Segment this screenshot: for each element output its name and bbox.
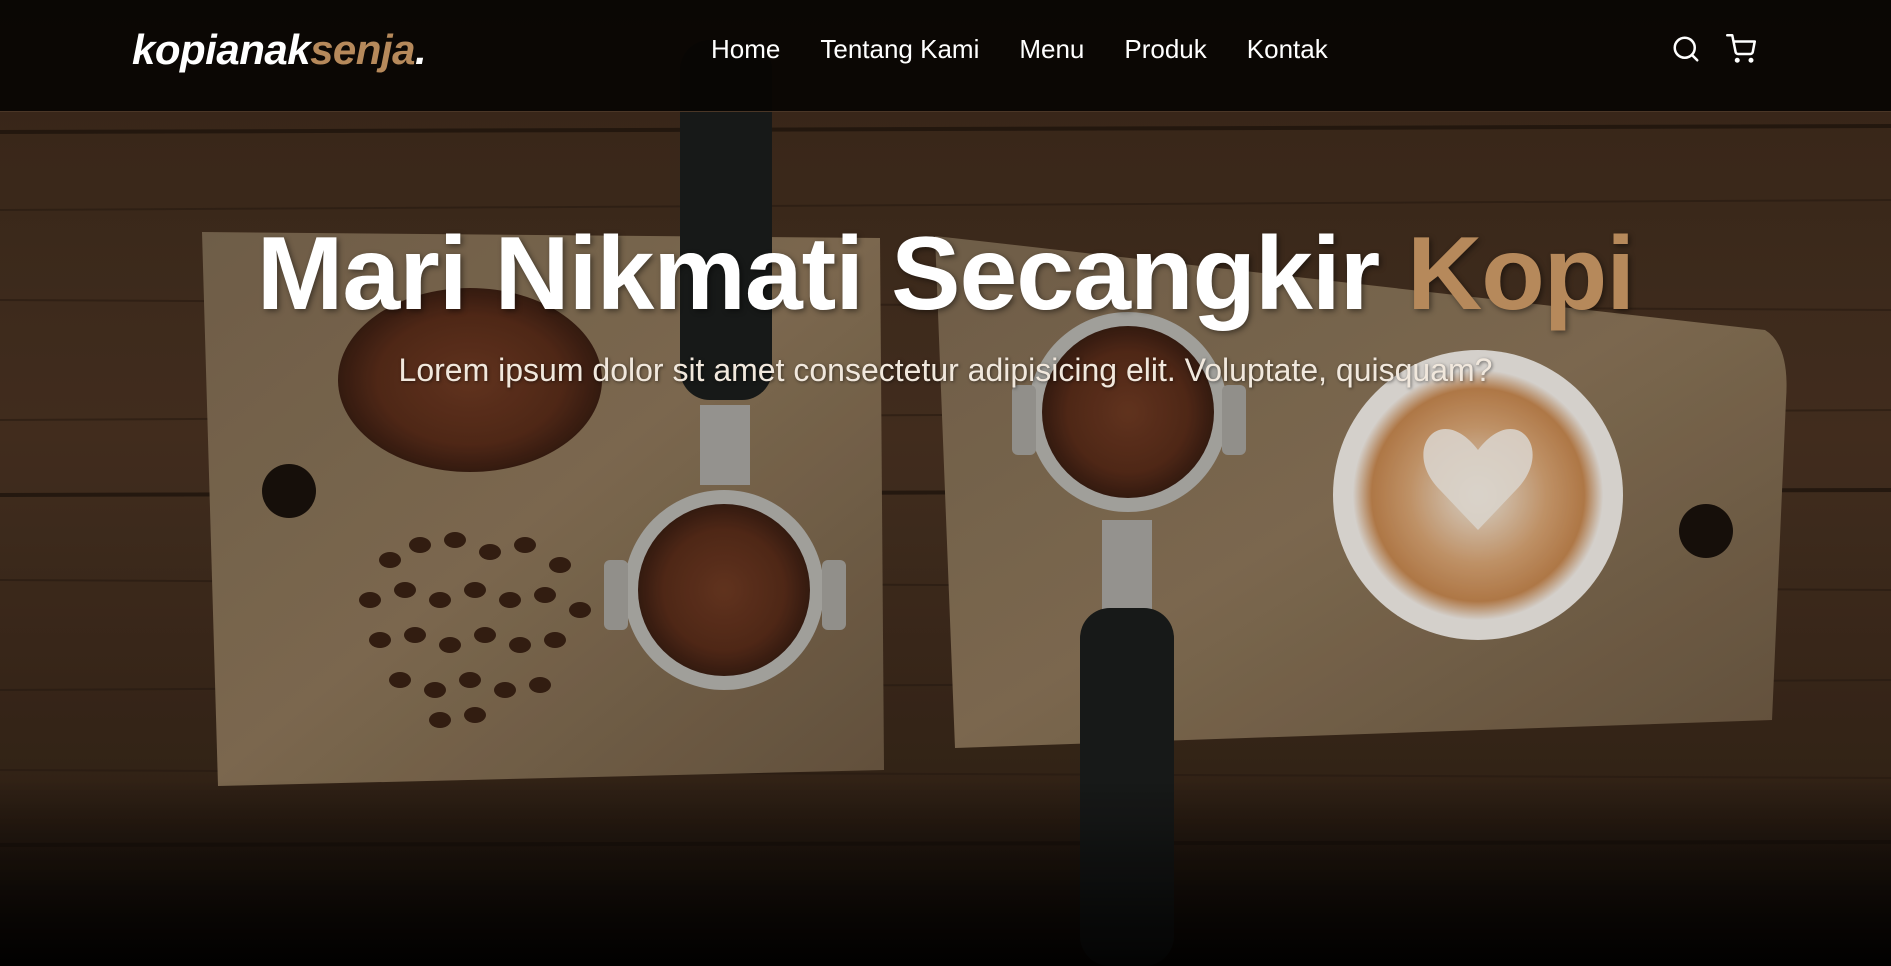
- hero-title-main: Mari Nikmati Secangkir: [256, 216, 1408, 332]
- brand-name-main: kopianak: [132, 26, 311, 73]
- hero-subtitle: Lorem ipsum dolor sit amet consectetur a…: [398, 352, 1493, 388]
- brand-logo[interactable]: kopianaksenja.: [132, 26, 427, 74]
- search-icon[interactable]: [1671, 34, 1701, 64]
- nav-links: Home Tentang Kami Menu Produk Kontak: [711, 32, 1328, 66]
- brand-name-suffix: .: [414, 26, 427, 73]
- nav-link-tentang-kami[interactable]: Tentang Kami: [820, 32, 979, 66]
- hero-title: Mari Nikmati Secangkir Kopi: [0, 212, 1891, 336]
- hero-title-accent: Kopi: [1407, 216, 1635, 332]
- navbar: kopianaksenja. Home Tentang Kami Menu Produ…: [0, 0, 1891, 112]
- brand-name-accent: senja: [310, 26, 415, 73]
- shopping-cart-icon[interactable]: [1726, 34, 1756, 64]
- nav-link-produk[interactable]: Produk: [1124, 32, 1206, 66]
- nav-link-home[interactable]: Home: [711, 32, 780, 66]
- hero-background-image: [0, 0, 1891, 966]
- nav-link-menu[interactable]: Menu: [1019, 32, 1084, 66]
- nav-link-kontak[interactable]: Kontak: [1247, 32, 1328, 66]
